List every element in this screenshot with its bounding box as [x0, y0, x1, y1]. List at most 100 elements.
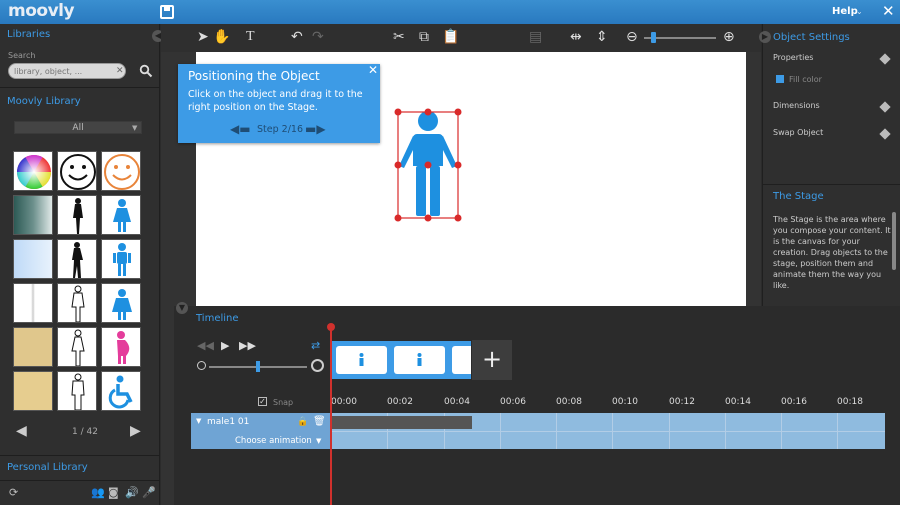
zoom-out-icon[interactable]: ⊖ [626, 29, 638, 45]
zoom-slider-handle[interactable] [651, 32, 657, 43]
divider [762, 184, 900, 185]
search-input[interactable] [8, 63, 126, 79]
time-tick: 00:08 [556, 397, 582, 407]
cut-icon[interactable]: ✂ [393, 29, 405, 45]
smiley-orange-thumb[interactable] [101, 151, 141, 191]
moovly-editor: moovly Help ⌄ ✕ Libraries ◀ Search ✕ Moo… [0, 0, 900, 505]
play-icon[interactable]: ▶ [221, 339, 229, 352]
white-panel-thumb[interactable] [13, 283, 53, 323]
help-menu[interactable]: Help [832, 6, 858, 17]
personal-library-title: Personal Library [7, 462, 88, 473]
child-blue-icon-thumb[interactable] [101, 283, 141, 323]
camera-icon[interactable]: ◙ [108, 486, 119, 499]
woman-sketch-2-thumb[interactable] [57, 327, 97, 367]
save-icon[interactable] [160, 5, 174, 19]
collapse-timeline-icon[interactable]: ▼ [176, 302, 188, 314]
align-icon[interactable]: ▤ [529, 29, 542, 45]
search-label: Search [8, 51, 36, 60]
grid-line [331, 431, 885, 432]
category-select[interactable]: All [14, 121, 142, 134]
speed-slider-handle[interactable] [256, 361, 261, 372]
copy-icon[interactable]: ⧉ [419, 29, 429, 45]
track-name[interactable]: male1 01 [207, 417, 249, 427]
woman-silhouette-thumb[interactable] [57, 195, 97, 235]
smiley-black-thumb[interactable] [57, 151, 97, 191]
object-clip[interactable] [331, 416, 472, 429]
collapse-right-icon[interactable]: ▶ [759, 31, 771, 43]
chevron-down-icon[interactable]: ▼ [132, 124, 137, 132]
users-icon[interactable]: 👥 [91, 486, 105, 499]
gradient-blue-thumb[interactable] [13, 239, 53, 279]
top-bar [0, 0, 900, 24]
expand-track-icon[interactable]: ▼ [196, 417, 201, 425]
arrow-right-icon[interactable]: ▬▶ [305, 122, 326, 136]
volume-icon[interactable]: 🔊 [125, 486, 139, 499]
properties-label[interactable]: Properties [773, 53, 813, 62]
choose-animation-select[interactable]: Choose animation [235, 436, 312, 446]
timeline-gutter [161, 306, 174, 505]
time-tick: 00:12 [669, 397, 695, 407]
arrow-left-icon[interactable]: ◀ [16, 423, 27, 439]
flip-vertical-icon[interactable]: ⇕ [596, 29, 608, 45]
loop-icon[interactable]: ⇄ [311, 339, 320, 352]
libraries-title: Libraries [7, 29, 51, 40]
rewind-icon[interactable]: ◀◀ [197, 339, 214, 352]
divider [0, 87, 160, 88]
playhead[interactable] [330, 328, 332, 505]
app-logo: moovly [8, 1, 75, 21]
pointer-icon[interactable]: ➤ [197, 29, 209, 45]
arrow-right-icon[interactable]: ▶ [130, 423, 141, 439]
fast-forward-icon[interactable]: ▶▶ [239, 339, 256, 352]
scene-frame[interactable] [336, 346, 387, 374]
clock-icon [197, 361, 206, 370]
close-icon[interactable]: ✕ [882, 2, 895, 20]
add-scene-button[interactable]: + [472, 340, 512, 380]
dimensions-label[interactable]: Dimensions [773, 101, 820, 110]
lock-icon[interactable]: 🔒 [297, 417, 308, 427]
wheelchair-blue-icon-thumb[interactable] [101, 371, 141, 411]
zoom-in-icon[interactable]: ⊕ [723, 29, 735, 45]
arrow-left-icon[interactable]: ◀▬ [230, 122, 251, 136]
redo-icon[interactable]: ↷ [312, 29, 324, 45]
trash-icon[interactable]: 🗑 [313, 416, 326, 427]
male-figure[interactable] [390, 104, 468, 228]
timeline-title: Timeline [196, 313, 239, 324]
tooltip-title: Positioning the Object [188, 69, 320, 83]
scene-frame[interactable] [452, 346, 471, 374]
refresh-icon[interactable]: ⟳ [9, 486, 18, 499]
search-icon[interactable] [139, 64, 153, 78]
fill-color-swatch[interactable] [776, 75, 784, 83]
gradient-teal-thumb[interactable] [13, 195, 53, 235]
woman-silhouette-2-thumb[interactable] [57, 239, 97, 279]
male-blue-icon-thumb[interactable] [101, 239, 141, 279]
divider [0, 455, 160, 456]
close-icon[interactable]: ✕ [368, 63, 378, 77]
object-settings-title: Object Settings [773, 32, 850, 43]
hand-icon[interactable]: ✋ [213, 29, 230, 45]
scrollbar[interactable] [892, 212, 896, 270]
chevron-down-icon[interactable]: ▼ [316, 437, 321, 445]
female-blue-icon-thumb[interactable] [101, 195, 141, 235]
clear-search-icon[interactable]: ✕ [116, 66, 124, 76]
playhead-handle[interactable] [327, 323, 335, 331]
scene-frame[interactable] [394, 346, 445, 374]
flip-horizontal-icon[interactable]: ⇹ [570, 29, 582, 45]
man-sketch-thumb[interactable] [57, 371, 97, 411]
time-tick: 00:16 [781, 397, 807, 407]
undo-icon[interactable]: ↶ [291, 29, 303, 45]
pregnant-pink-icon-thumb[interactable] [101, 327, 141, 367]
paste-icon[interactable]: 📋 [442, 29, 459, 45]
pager-indicator: 1 / 42 [72, 427, 98, 437]
snap-checkbox[interactable]: ✓ [258, 397, 267, 406]
microphone-icon[interactable]: 🎤 [142, 486, 156, 499]
chevron-down-icon[interactable]: ⌄ [856, 7, 863, 16]
paper-texture-2-thumb[interactable] [13, 371, 53, 411]
clock-icon [311, 359, 324, 372]
swap-object-label[interactable]: Swap Object [773, 128, 823, 137]
text-tool-icon[interactable]: T [246, 29, 255, 45]
fill-color-label: Fill color [789, 75, 822, 84]
stage-help-text: The Stage is the area where you compose … [773, 215, 891, 290]
woman-sketch-thumb[interactable] [57, 283, 97, 323]
paper-texture-thumb[interactable] [13, 327, 53, 367]
color-wheel-thumb[interactable] [13, 151, 53, 191]
